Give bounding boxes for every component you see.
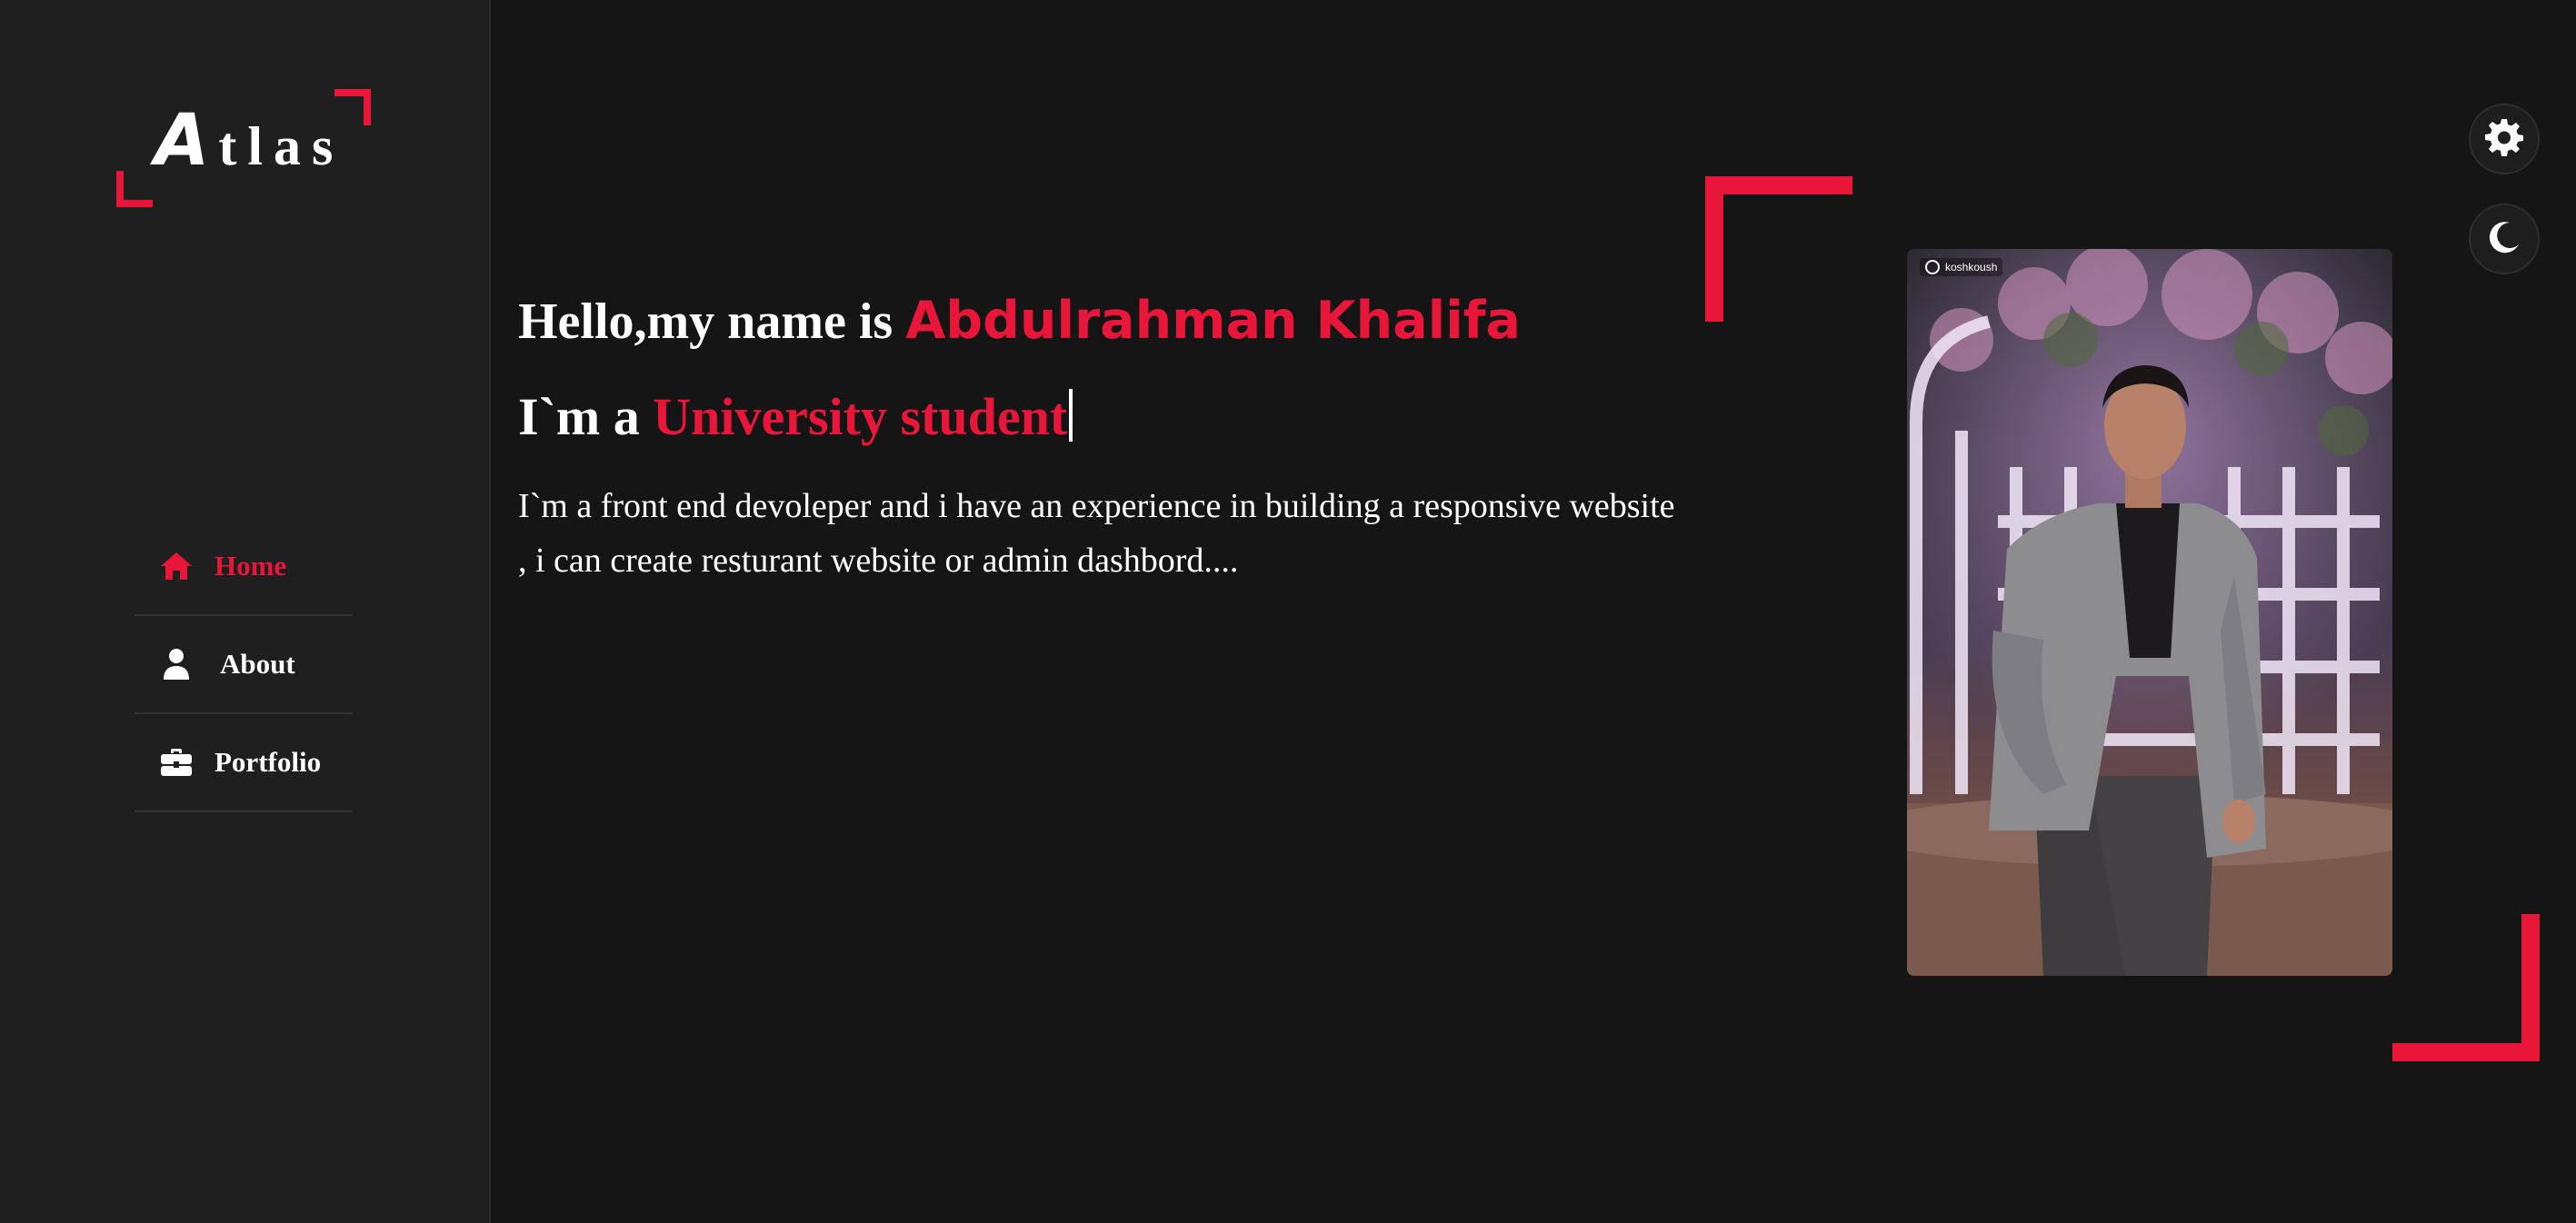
hero-greeting-line: Hello,my name is Abdulrahman Khalifa — [518, 282, 1772, 361]
moon-icon — [2486, 219, 2522, 260]
logo[interactable]: Atlas — [116, 89, 371, 207]
hero-role-line: I`m a University student — [518, 381, 1772, 453]
settings-button[interactable] — [2469, 104, 2540, 174]
typing-caret — [1069, 389, 1073, 442]
sidebar: Atlas Home About Portfolio — [0, 0, 491, 1223]
nav-item-about[interactable]: About — [135, 616, 353, 714]
gear-icon — [2484, 117, 2524, 162]
nav-item-label: About — [220, 648, 295, 680]
photo-watermark: koshkoush — [1920, 258, 2003, 276]
nav-item-portfolio[interactable]: Portfolio — [135, 714, 353, 812]
hero-description-line: , i can create resturant website or admi… — [518, 542, 1239, 580]
theme-toggle-button[interactable] — [2469, 204, 2540, 274]
logo-rest: tlas — [218, 116, 344, 176]
nav-item-label: Home — [215, 550, 287, 582]
logo-text: Atlas — [155, 100, 344, 182]
user-icon — [158, 646, 195, 682]
hero-section: Hello,my name is Abdulrahman Khalifa I`m… — [518, 282, 1772, 588]
hero-greeting: Hello,my name is — [518, 293, 906, 350]
frame-corner-bottom-right — [2392, 914, 2540, 1061]
hero-role-prefix: I`m a — [518, 387, 654, 446]
home-icon — [158, 548, 195, 584]
watermark-logo-icon — [1925, 260, 1940, 274]
sidebar-nav: Home About Portfolio — [135, 518, 353, 812]
hero-name: Abdulrahman Khalifa — [905, 291, 1522, 351]
nav-item-label: Portfolio — [215, 746, 322, 778]
logo-corner-bottom-left — [116, 171, 153, 207]
watermark-text: koshkoush — [1945, 261, 1998, 273]
hero-description: I`m a front end devoleper and i have an … — [518, 479, 1772, 588]
profile-photo: koshkoush — [1907, 249, 2392, 976]
logo-first-letter: A — [155, 100, 219, 182]
hero-role: University student — [653, 387, 1068, 446]
nav-item-home[interactable]: Home — [135, 518, 353, 616]
frame-corner-top-left — [1705, 176, 1852, 322]
hero-description-line: I`m a front end devoleper and i have an … — [518, 487, 1675, 525]
briefcase-icon — [158, 744, 195, 781]
